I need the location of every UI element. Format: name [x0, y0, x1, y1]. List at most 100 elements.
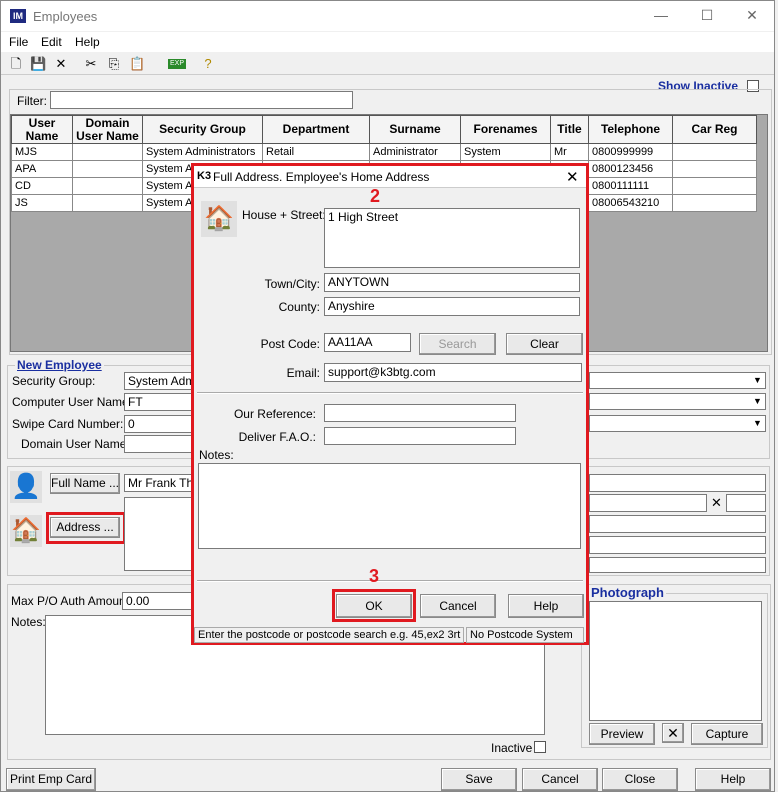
right-combo-1[interactable]: ▼ [589, 372, 766, 389]
table-cell: 0800111111 [588, 177, 673, 195]
right-field-5[interactable] [589, 536, 766, 554]
county-label: County: [278, 300, 320, 314]
full-address-dialog: K3 Full Address. Employee's Home Address… [191, 163, 589, 645]
save-button[interactable]: Save [441, 768, 517, 791]
column-header[interactable]: User Name [11, 115, 73, 144]
table-cell: System Administrators [142, 143, 263, 161]
table-row[interactable]: MJS System Administrators Retail Adminis… [11, 143, 757, 161]
column-header[interactable]: Surname [369, 115, 461, 144]
town-input[interactable]: ANYTOWN [324, 273, 580, 292]
address-display [124, 497, 192, 571]
right-combo-3[interactable]: ▼ [589, 415, 766, 432]
county-input[interactable]: Anyshire [324, 297, 580, 316]
right-field-2[interactable] [589, 494, 707, 512]
new-employee-title: New Employee [15, 358, 104, 372]
minimize-icon[interactable]: — [651, 5, 671, 25]
window-title: Employees [33, 9, 98, 24]
domain-user-label: Domain User Name: [21, 437, 130, 451]
table-cell [72, 160, 143, 178]
chevron-down-icon[interactable]: ▼ [751, 374, 764, 387]
menu-help[interactable]: Help [75, 35, 100, 49]
right-field-1[interactable] [589, 474, 766, 492]
security-group-select[interactable]: System Admin [124, 372, 192, 390]
house-icon: 🏠 [10, 515, 42, 547]
close-icon[interactable]: ✕ [742, 5, 762, 25]
dialog-title-bar: K3 Full Address. Employee's Home Address… [194, 166, 586, 188]
inactive-checkbox[interactable] [534, 741, 546, 753]
chevron-down-icon[interactable]: ▼ [751, 395, 764, 408]
column-header[interactable]: Security Group [142, 115, 263, 144]
column-header[interactable]: Title [550, 115, 589, 144]
dialog-notes-textarea[interactable] [198, 463, 581, 549]
capture-button[interactable]: Capture [691, 723, 763, 745]
dialog-help-button[interactable]: Help [508, 594, 584, 618]
table-cell: APA [11, 160, 73, 178]
menu-file[interactable]: File [9, 35, 28, 49]
employees-window: IM Employees — ☐ ✕ File Edit Help 🗋 💾 ✕ … [0, 0, 775, 792]
status-hint: Enter the postcode or postcode search e.… [194, 627, 464, 643]
swipe-card-label: Swipe Card Number: [12, 417, 124, 431]
cut-icon[interactable]: ✂ [83, 56, 99, 72]
dialog-close-icon[interactable]: ✕ [566, 168, 579, 186]
filter-input[interactable] [50, 91, 353, 109]
search-button[interactable]: Search [419, 333, 496, 355]
column-header[interactable]: Domain User Name [72, 115, 143, 144]
maximize-icon[interactable]: ☐ [697, 5, 717, 25]
computer-user-input[interactable]: FT [124, 393, 192, 411]
full-name-button[interactable]: Full Name ... [50, 473, 120, 494]
new-file-icon[interactable]: 🗋 [8, 56, 24, 72]
paste-icon[interactable]: 📋 [129, 56, 145, 72]
person-icon: 👤 [10, 471, 42, 503]
table-cell: 0800999999 [588, 143, 673, 161]
highlight-box-1 [46, 512, 126, 544]
copy-icon[interactable]: ⎘ [106, 56, 122, 72]
highlight-box-3 [332, 589, 416, 622]
column-header[interactable]: Car Reg [672, 115, 757, 144]
export-icon[interactable]: EXP [168, 59, 186, 69]
x-icon: ✕ [711, 495, 722, 510]
column-header[interactable]: Department [262, 115, 370, 144]
right-field-3[interactable] [726, 494, 766, 512]
deliver-fao-label: Deliver F.A.O.: [238, 430, 316, 444]
house-street-input[interactable]: 1 High Street [324, 208, 580, 268]
delete-icon[interactable]: ✕ [53, 56, 69, 72]
cancel-button[interactable]: Cancel [522, 768, 598, 791]
table-cell: Retail [262, 143, 370, 161]
save-icon[interactable]: 💾 [30, 56, 46, 72]
dialog-title: Full Address. Employee's Home Address [213, 170, 430, 184]
dialog-cancel-button[interactable]: Cancel [420, 594, 496, 618]
our-reference-input[interactable] [324, 404, 516, 422]
dialog-divider [197, 392, 583, 394]
email-input[interactable]: support@k3btg.com [324, 363, 582, 382]
photograph-title: Photograph [589, 585, 666, 600]
swipe-card-input[interactable]: 0 [124, 415, 192, 433]
print-emp-card-button[interactable]: Print Emp Card [6, 768, 96, 791]
table-cell [672, 194, 757, 212]
right-combo-2[interactable]: ▼ [589, 393, 766, 410]
help-icon[interactable]: ? [200, 56, 216, 72]
max-po-label: Max P/O Auth Amount: [11, 594, 133, 608]
column-header[interactable]: Telephone [588, 115, 673, 144]
postcode-input[interactable]: AA11AA [324, 333, 411, 352]
clear-photo-icon[interactable]: ✕ [662, 723, 684, 743]
table-cell [672, 177, 757, 195]
full-name-input[interactable]: Mr Frank Tho [124, 474, 192, 492]
dialog-notes-label: Notes: [199, 448, 234, 462]
table-cell: System [460, 143, 551, 161]
security-group-label: Security Group: [12, 374, 96, 388]
preview-button[interactable]: Preview [589, 723, 655, 745]
table-cell: MJS [11, 143, 73, 161]
help-button[interactable]: Help [695, 768, 771, 791]
max-po-input[interactable]: 0.00 [122, 592, 192, 610]
domain-user-input[interactable] [124, 435, 192, 453]
clear-button[interactable]: Clear [506, 333, 583, 355]
right-field-6[interactable] [589, 557, 766, 573]
right-field-4[interactable] [589, 515, 766, 533]
deliver-fao-input[interactable] [324, 427, 516, 445]
table-cell: 08006543210 [588, 194, 673, 212]
k3-logo-icon: K3 [197, 170, 212, 182]
column-header[interactable]: Forenames [460, 115, 551, 144]
close-button[interactable]: Close [602, 768, 678, 791]
menu-edit[interactable]: Edit [41, 35, 62, 49]
chevron-down-icon[interactable]: ▼ [751, 417, 764, 430]
